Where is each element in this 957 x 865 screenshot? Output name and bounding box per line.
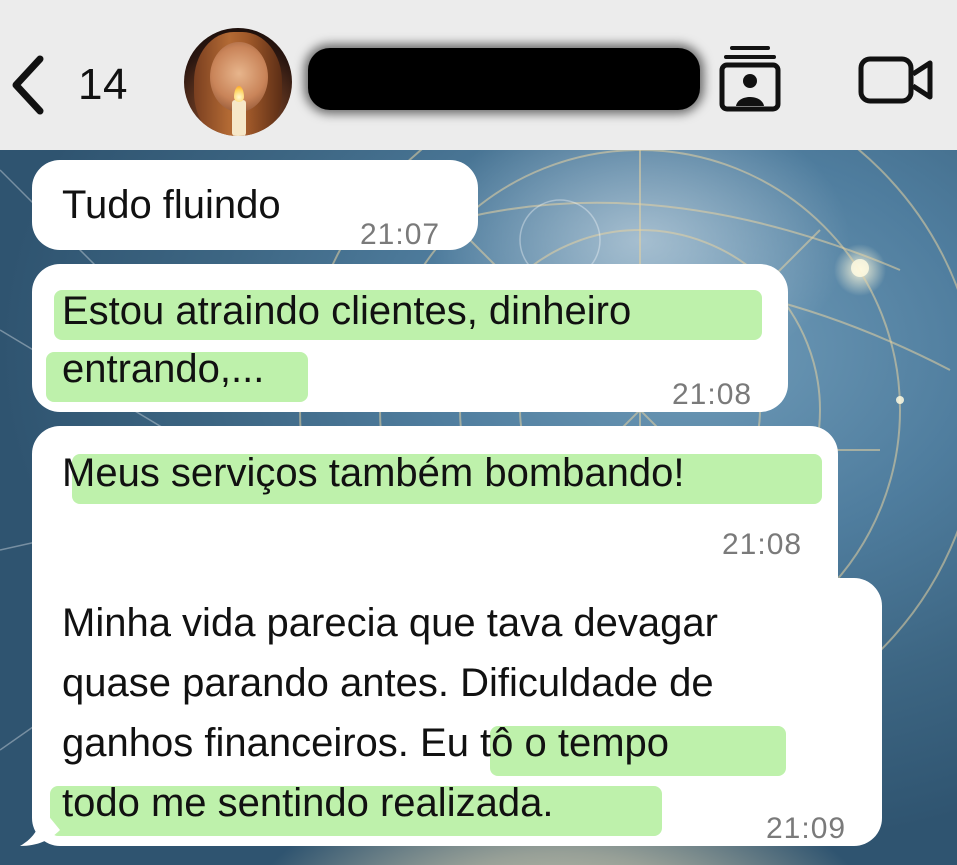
message-text-line: ganhos financeiros. Eu tô o tempo xyxy=(62,721,670,765)
chat-header: 14 xyxy=(0,0,957,150)
avatar[interactable] xyxy=(184,28,292,136)
message-text: Tudo fluindo xyxy=(62,183,281,227)
message-bubble[interactable]: Tudo fluindo 21:07 xyxy=(32,160,478,251)
video-call-button[interactable] xyxy=(858,56,934,104)
message-text-line: Meus serviços também bombando! xyxy=(62,451,685,495)
message-text-line: todo me sentindo realizada. xyxy=(62,781,554,825)
message-time: 21:08 xyxy=(672,378,753,411)
chevron-left-icon xyxy=(12,55,44,115)
bubble-tail xyxy=(20,808,60,846)
message-bubble[interactable]: Estou atraindo clientes, dinheiro entran… xyxy=(32,264,788,412)
message-time: 21:09 xyxy=(766,812,847,845)
contact-card-button[interactable] xyxy=(718,44,782,112)
message-text-line: entrando,... xyxy=(62,347,265,391)
message-time: 21:08 xyxy=(722,528,803,561)
message-text-line: quase parando antes. Dificuldade de xyxy=(62,661,714,705)
back-button[interactable]: 14 xyxy=(8,50,138,120)
message-text-line: Minha vida parecia que tava devagar xyxy=(62,601,718,645)
contact-card-icon xyxy=(719,46,781,112)
message-bubble[interactable]: Minha vida parecia que tava devagar quas… xyxy=(32,578,882,846)
chat-background: Tudo fluindo 21:07 Estou atraindo client… xyxy=(0,150,957,865)
unread-count: 14 xyxy=(78,60,128,109)
message-time: 21:07 xyxy=(360,218,441,251)
video-camera-icon xyxy=(858,56,933,104)
message-text-line: Estou atraindo clientes, dinheiro xyxy=(62,289,632,333)
contact-name-redacted[interactable] xyxy=(308,48,700,110)
